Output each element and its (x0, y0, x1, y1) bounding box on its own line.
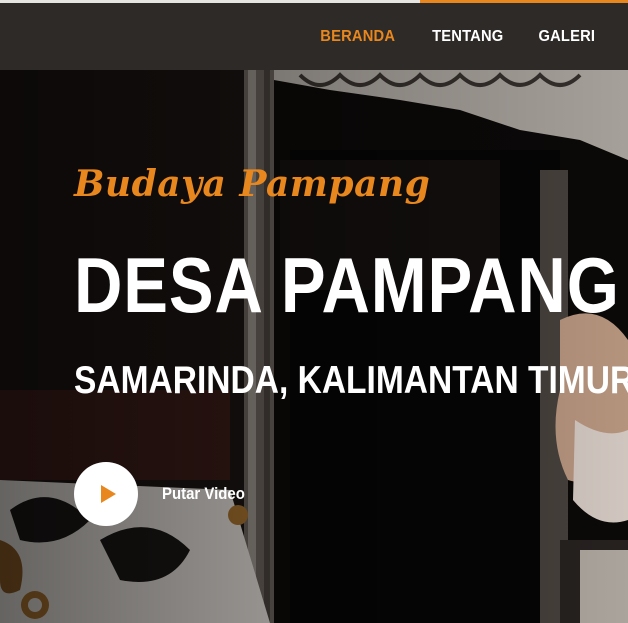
main-nav: BERANDA TENTANG GALERI (317, 3, 598, 70)
hero-section (0, 70, 628, 623)
page: BERANDA TENTANG GALERI Budaya Pampang DE… (0, 0, 628, 623)
navbar: BERANDA TENTANG GALERI (0, 3, 628, 70)
play-icon (100, 485, 116, 503)
hero-subtitle: SAMARINDA, KALIMANTAN TIMUR (74, 359, 628, 402)
nav-item-galeri[interactable]: GALERI (539, 28, 596, 46)
hero-background-image (0, 70, 628, 623)
nav-item-beranda[interactable]: BERANDA (321, 28, 396, 46)
hero-title: DESA PAMPANG (74, 241, 620, 329)
play-video-label[interactable]: Putar Video (162, 484, 245, 504)
hero-tagline: Budaya Pampang (74, 163, 431, 205)
play-video-button[interactable] (74, 462, 138, 526)
nav-item-tentang[interactable]: TENTANG (432, 28, 503, 46)
